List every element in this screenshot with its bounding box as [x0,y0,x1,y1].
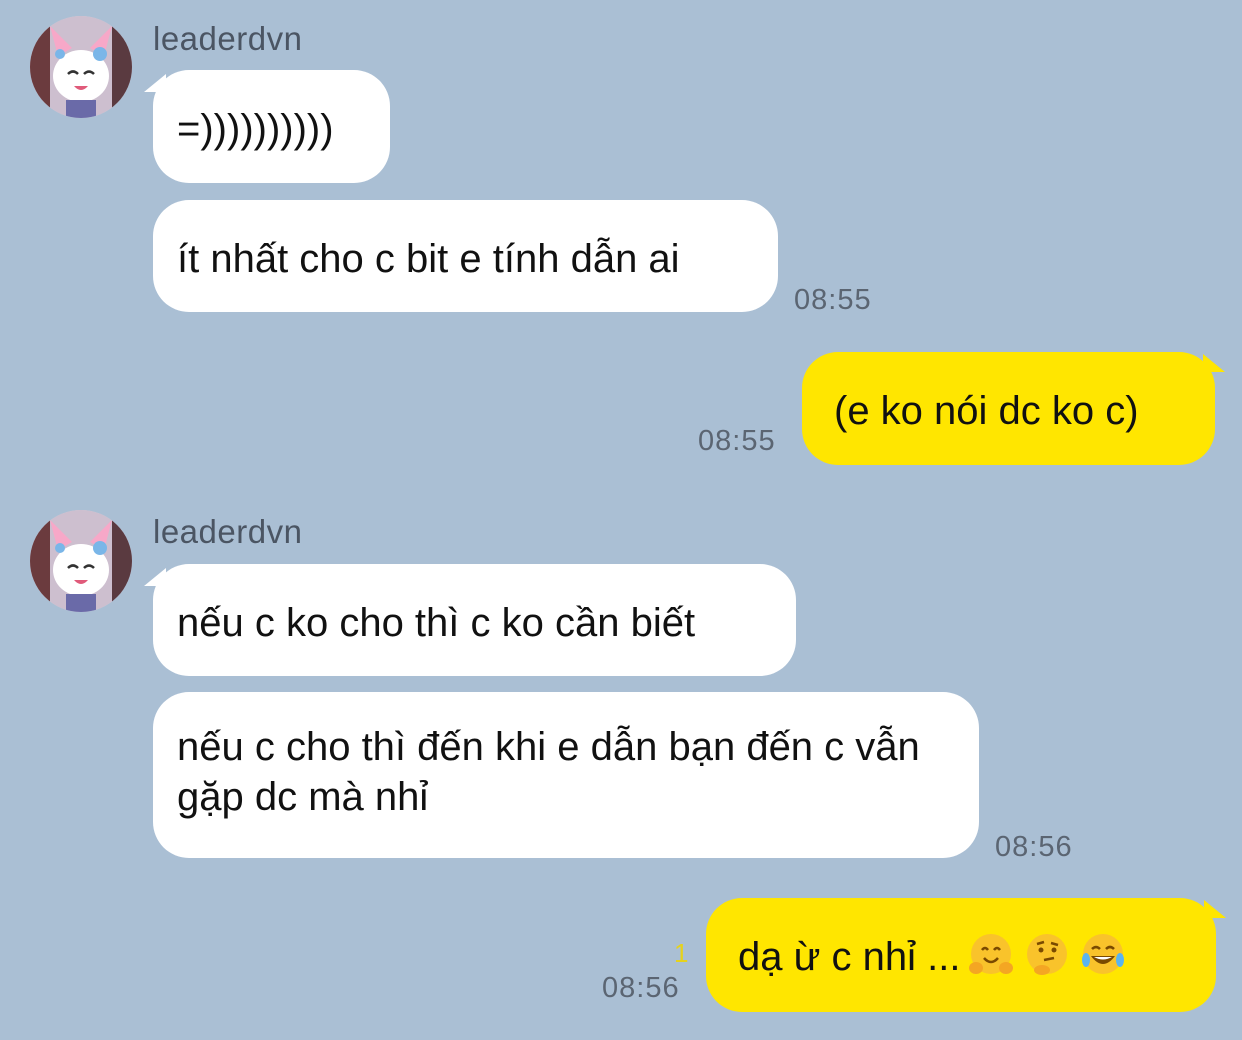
message-timestamp: 08:55 [794,284,872,316]
message-bubble[interactable]: dạ ừ c nhỉ ... [706,898,1216,1012]
message-timestamp: 08:56 [602,972,680,1004]
sender-avatar[interactable] [30,16,132,118]
sylveon-avatar-icon [30,510,132,612]
sylveon-avatar-icon [30,16,132,118]
message-bubble[interactable]: ít nhất cho c bit e tính dẫn ai [153,200,778,312]
message-bubble[interactable]: =)))))))))) [153,70,390,183]
message-bubble[interactable]: (e ko nói dc ko c) [802,352,1215,465]
tears-of-joy-emoji-icon [1078,930,1128,980]
hugging-face-emoji-icon [966,930,1016,980]
read-receipt-count: 1 [674,938,689,968]
bubble-tail [1204,900,1226,918]
bubble-tail [1203,354,1225,372]
sender-name: leaderdvn [153,513,303,550]
message-text: dạ ừ c nhỉ ... [738,935,961,979]
sender-avatar[interactable] [30,510,132,612]
message-bubble[interactable]: nếu c cho thì đến khi e dẫn bạn đến c vẫ… [153,692,979,858]
message-bubble[interactable]: nếu c ko cho thì c ko cần biết [153,564,796,676]
thinking-face-emoji-icon [1022,930,1072,980]
message-timestamp: 08:56 [995,831,1073,863]
sender-name: leaderdvn [153,20,303,57]
message-timestamp: 08:55 [698,425,776,457]
